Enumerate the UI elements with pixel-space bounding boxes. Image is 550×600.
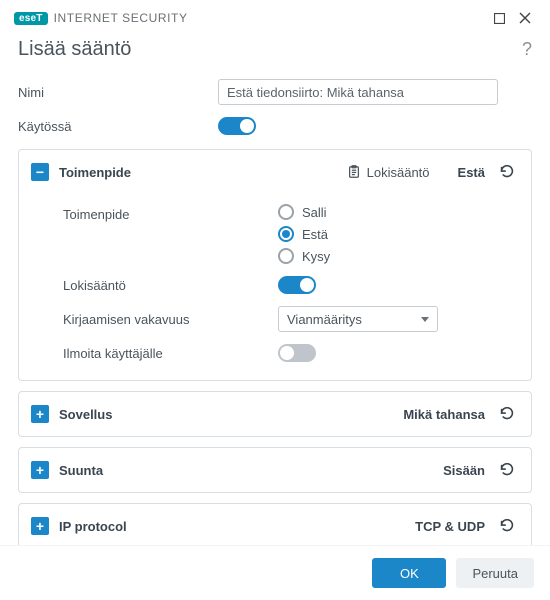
expand-icon: + [31, 517, 49, 535]
clipboard-icon [347, 165, 361, 179]
name-row: Nimi [18, 73, 540, 111]
radio-deny-label: Estä [302, 227, 328, 242]
undo-icon [498, 163, 516, 181]
content-scroll[interactable]: Nimi Käytössä − Toimenpide Lokisääntö Es… [0, 67, 550, 545]
enabled-label: Käytössä [18, 119, 218, 134]
rule-name-input[interactable] [218, 79, 498, 105]
heading-row: Lisää sääntö ? [0, 34, 550, 67]
panel-direction-value: Sisään [443, 463, 485, 478]
action-sub-label: Toimenpide [63, 204, 278, 222]
action-radio-row: Toimenpide Salli Estä Kysy [63, 198, 519, 270]
ok-button[interactable]: OK [372, 558, 446, 588]
panel-app: + Sovellus Mikä tahansa [18, 391, 532, 437]
window-close-button[interactable] [512, 8, 538, 28]
radio-ask[interactable]: Kysy [278, 248, 330, 264]
panel-direction-header[interactable]: + Suunta Sisään [19, 448, 531, 492]
severity-select[interactable]: Vianmääritys [278, 306, 438, 332]
radio-allow-label: Salli [302, 205, 327, 220]
collapse-icon: − [31, 163, 49, 181]
action-summary-value: Estä [458, 165, 485, 180]
reset-direction-button[interactable] [495, 458, 519, 482]
notify-label: Ilmoita käyttäjälle [63, 346, 278, 361]
panel-app-title: Sovellus [59, 407, 112, 422]
panel-action-header[interactable]: − Toimenpide Lokisääntö Estä [19, 150, 531, 194]
radio-ask-label: Kysy [302, 249, 330, 264]
panel-direction: + Suunta Sisään [18, 447, 532, 493]
panel-protocol-title: IP protocol [59, 519, 127, 534]
log-rule-row: Lokisääntö [63, 270, 519, 300]
undo-icon [498, 405, 516, 423]
log-rule-label: Lokisääntö [63, 278, 278, 293]
panel-protocol: + IP protocol TCP & UDP [18, 503, 532, 545]
panel-action-body: Toimenpide Salli Estä Kysy [19, 194, 531, 380]
log-rule-toggle[interactable] [278, 276, 316, 294]
reset-app-button[interactable] [495, 402, 519, 426]
enabled-toggle[interactable] [218, 117, 256, 135]
reset-protocol-button[interactable] [495, 514, 519, 538]
panel-app-header[interactable]: + Sovellus Mikä tahansa [19, 392, 531, 436]
help-icon[interactable]: ? [522, 39, 532, 60]
window-maximize-button[interactable] [486, 8, 512, 28]
notify-row: Ilmoita käyttäjälle [63, 338, 519, 368]
footer: OK Peruuta [0, 545, 550, 600]
radio-icon [278, 248, 294, 264]
severity-label: Kirjaamisen vakavuus [63, 312, 278, 327]
panel-action: − Toimenpide Lokisääntö Estä [18, 149, 532, 381]
name-label: Nimi [18, 85, 218, 100]
titlebar: eseT INTERNET SECURITY [0, 0, 550, 34]
panel-direction-title: Suunta [59, 463, 103, 478]
notify-toggle[interactable] [278, 344, 316, 362]
radio-allow[interactable]: Salli [278, 204, 330, 220]
action-summary-log: Lokisääntö [347, 165, 430, 180]
brand-name: INTERNET SECURITY [54, 11, 188, 25]
radio-icon [278, 204, 294, 220]
panel-protocol-header[interactable]: + IP protocol TCP & UDP [19, 504, 531, 545]
enabled-row: Käytössä [18, 111, 540, 141]
panel-action-title: Toimenpide [59, 165, 131, 180]
expand-icon: + [31, 461, 49, 479]
panel-protocol-value: TCP & UDP [415, 519, 485, 534]
panel-app-value: Mikä tahansa [403, 407, 485, 422]
page-title: Lisää sääntö [18, 38, 131, 61]
radio-icon [278, 226, 294, 242]
undo-icon [498, 517, 516, 535]
cancel-button[interactable]: Peruuta [456, 558, 534, 588]
severity-value: Vianmääritys [287, 312, 362, 327]
expand-icon: + [31, 405, 49, 423]
reset-action-button[interactable] [495, 160, 519, 184]
severity-row: Kirjaamisen vakavuus Vianmääritys [63, 300, 519, 338]
radio-deny[interactable]: Estä [278, 226, 330, 242]
undo-icon [498, 461, 516, 479]
brand-badge: eseT [14, 12, 48, 25]
